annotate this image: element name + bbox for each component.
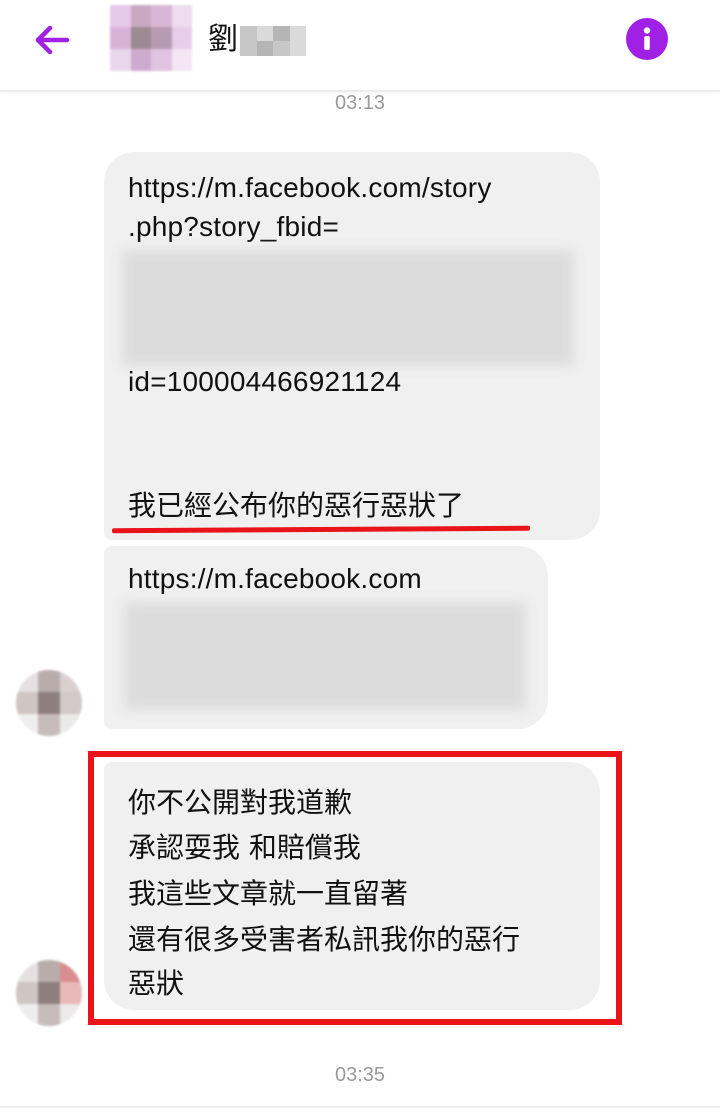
chat-header: 劉 <box>0 0 720 92</box>
message-timestamp: 03:13 <box>334 92 386 114</box>
red-box-annotation <box>88 751 622 1025</box>
divider <box>0 1106 720 1108</box>
contact-name-redaction <box>240 26 306 56</box>
info-icon <box>643 27 651 50</box>
message-link-line[interactable]: https://m.facebook.com <box>128 563 422 595</box>
message-link-line[interactable]: id=100004466921124 <box>128 366 401 398</box>
contact-name[interactable]: 劉 <box>208 20 238 60</box>
message-link-line[interactable]: .php?story_fbid= <box>128 211 339 243</box>
message-link-line[interactable]: https://m.facebook.com/story <box>128 172 492 204</box>
message-text: 我已經公布你的惡行惡狀了 <box>128 489 465 522</box>
arrow-left-icon <box>35 25 70 55</box>
redacted-link-region <box>124 602 526 710</box>
back-button[interactable] <box>30 20 74 60</box>
redacted-link-region <box>122 250 574 366</box>
contact-avatar[interactable] <box>110 5 192 71</box>
sender-avatar[interactable] <box>16 960 82 1026</box>
info-button[interactable] <box>626 18 668 60</box>
message-timestamp: 03:35 <box>334 1064 386 1086</box>
sender-avatar[interactable] <box>16 670 82 736</box>
